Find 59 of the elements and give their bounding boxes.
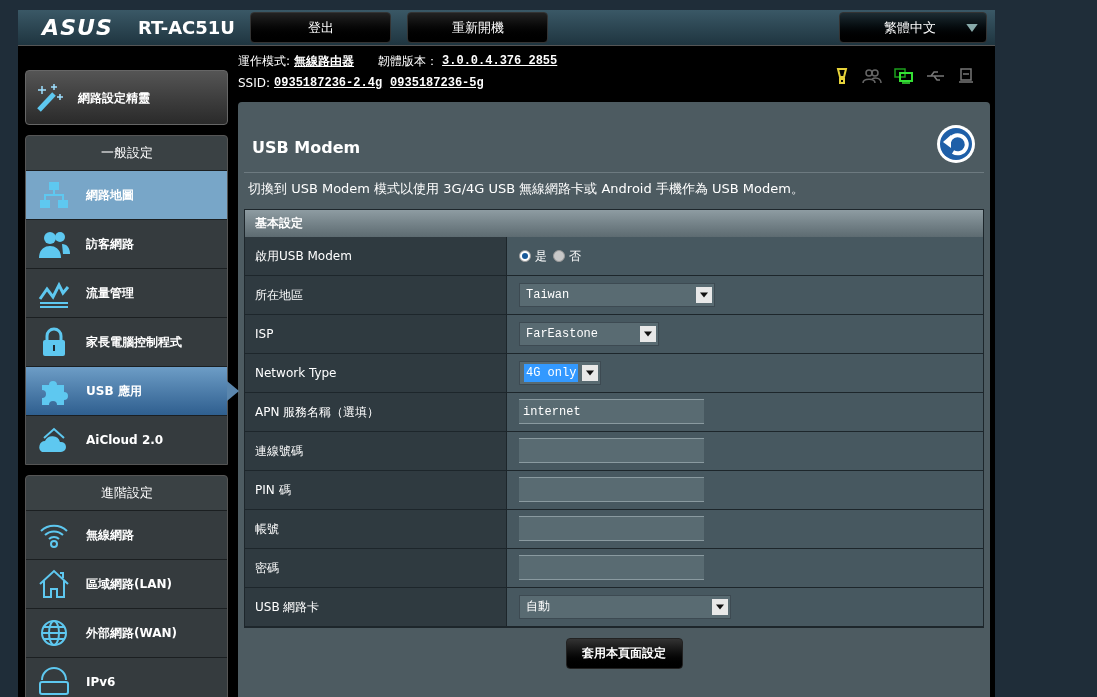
sidebar-item[interactable]: 無線網路 <box>26 510 227 559</box>
firmware-label: 韌體版本： <box>378 53 439 70</box>
model-name: RT-AC51U <box>138 16 236 40</box>
firmware-link[interactable]: 3.0.0.4.376_2855 <box>442 52 558 70</box>
ssid-link[interactable]: 0935187236-5g <box>390 74 484 92</box>
field-label: ISP <box>255 325 274 343</box>
mode-label: 運作模式: <box>238 53 291 70</box>
sidebar-item[interactable]: 家長電腦控制程式 <box>26 317 227 366</box>
text-field[interactable] <box>519 438 704 463</box>
page-title: USB Modem <box>252 137 361 159</box>
field-label: USB 網路卡 <box>255 598 320 616</box>
sidebar-item[interactable]: 訪客網路 <box>26 219 227 268</box>
ssid-link[interactable]: 0935187236-2.4g <box>274 74 383 92</box>
brand-logo: ASUS <box>42 14 114 42</box>
radio-button[interactable] <box>519 249 531 262</box>
caret-icon <box>966 23 978 32</box>
house-icon <box>38 568 70 600</box>
field-label: Network Type <box>255 364 337 382</box>
field-label: 連線號碼 <box>255 442 303 460</box>
sidebar-item[interactable]: 流量管理 <box>26 268 227 317</box>
sidebar-group-title: 進階設定 <box>99 484 154 503</box>
magic-wand-icon <box>34 81 66 114</box>
field-label: APN 服務名稱（選填） <box>255 403 380 421</box>
text-field[interactable] <box>519 555 704 580</box>
field-label: 帳號 <box>255 520 279 538</box>
header-button[interactable]: 登出 <box>250 12 391 43</box>
section-header: 基本設定 <box>245 209 983 237</box>
lightbulb-icon[interactable] <box>834 68 850 84</box>
dropdown-select[interactable]: FarEastone <box>519 321 659 346</box>
mode-link[interactable]: 無線路由器 <box>294 52 355 70</box>
radio-button[interactable] <box>553 249 565 262</box>
radio-option[interactable]: 否 <box>553 246 581 265</box>
header-button[interactable]: 重新開機 <box>407 12 548 43</box>
sidebar-item[interactable]: 外部網路(WAN) <box>26 608 227 657</box>
sidebar-group-title: 一般設定 <box>99 144 154 163</box>
text-field[interactable] <box>519 477 704 502</box>
dropdown-select[interactable]: Taiwan <box>519 282 715 307</box>
apply-button[interactable]: 套用本頁面設定 <box>565 637 683 669</box>
field-label: 密碼 <box>255 559 279 577</box>
field-label: 所在地區 <box>255 286 303 304</box>
printer-icon[interactable] <box>958 68 974 84</box>
sidebar-item[interactable]: 區域網路(LAN) <box>26 559 227 608</box>
setup-wizard-button[interactable]: 網路設定精靈 <box>25 70 228 125</box>
monitor-icon[interactable] <box>894 68 914 84</box>
language-dropdown[interactable]: 繁體中文 <box>839 12 987 43</box>
text-field[interactable] <box>519 516 704 541</box>
page-description: 切換到 USB Modem 模式以使用 3G/4G USB 無線網路卡或 Android 手機作為 USB Modem。 <box>247 180 805 198</box>
sidebar-item[interactable]: IPv6 <box>26 657 227 697</box>
usb-icon[interactable] <box>926 68 946 84</box>
field-label: PIN 碼 <box>255 481 291 499</box>
sidebar-item[interactable]: AiCloud 2.0 <box>26 415 227 464</box>
field-label: 啟用USB Modem <box>255 247 352 265</box>
network-map-icon <box>38 179 70 211</box>
ssid-label: SSID: <box>238 75 271 92</box>
radio-option[interactable]: 是 <box>519 246 547 265</box>
text-field[interactable]: internet <box>519 399 704 424</box>
sidebar-item[interactable]: USB 應用 <box>26 366 227 415</box>
dropdown-select[interactable]: 自動 <box>519 594 731 619</box>
users-icon[interactable] <box>862 68 882 84</box>
